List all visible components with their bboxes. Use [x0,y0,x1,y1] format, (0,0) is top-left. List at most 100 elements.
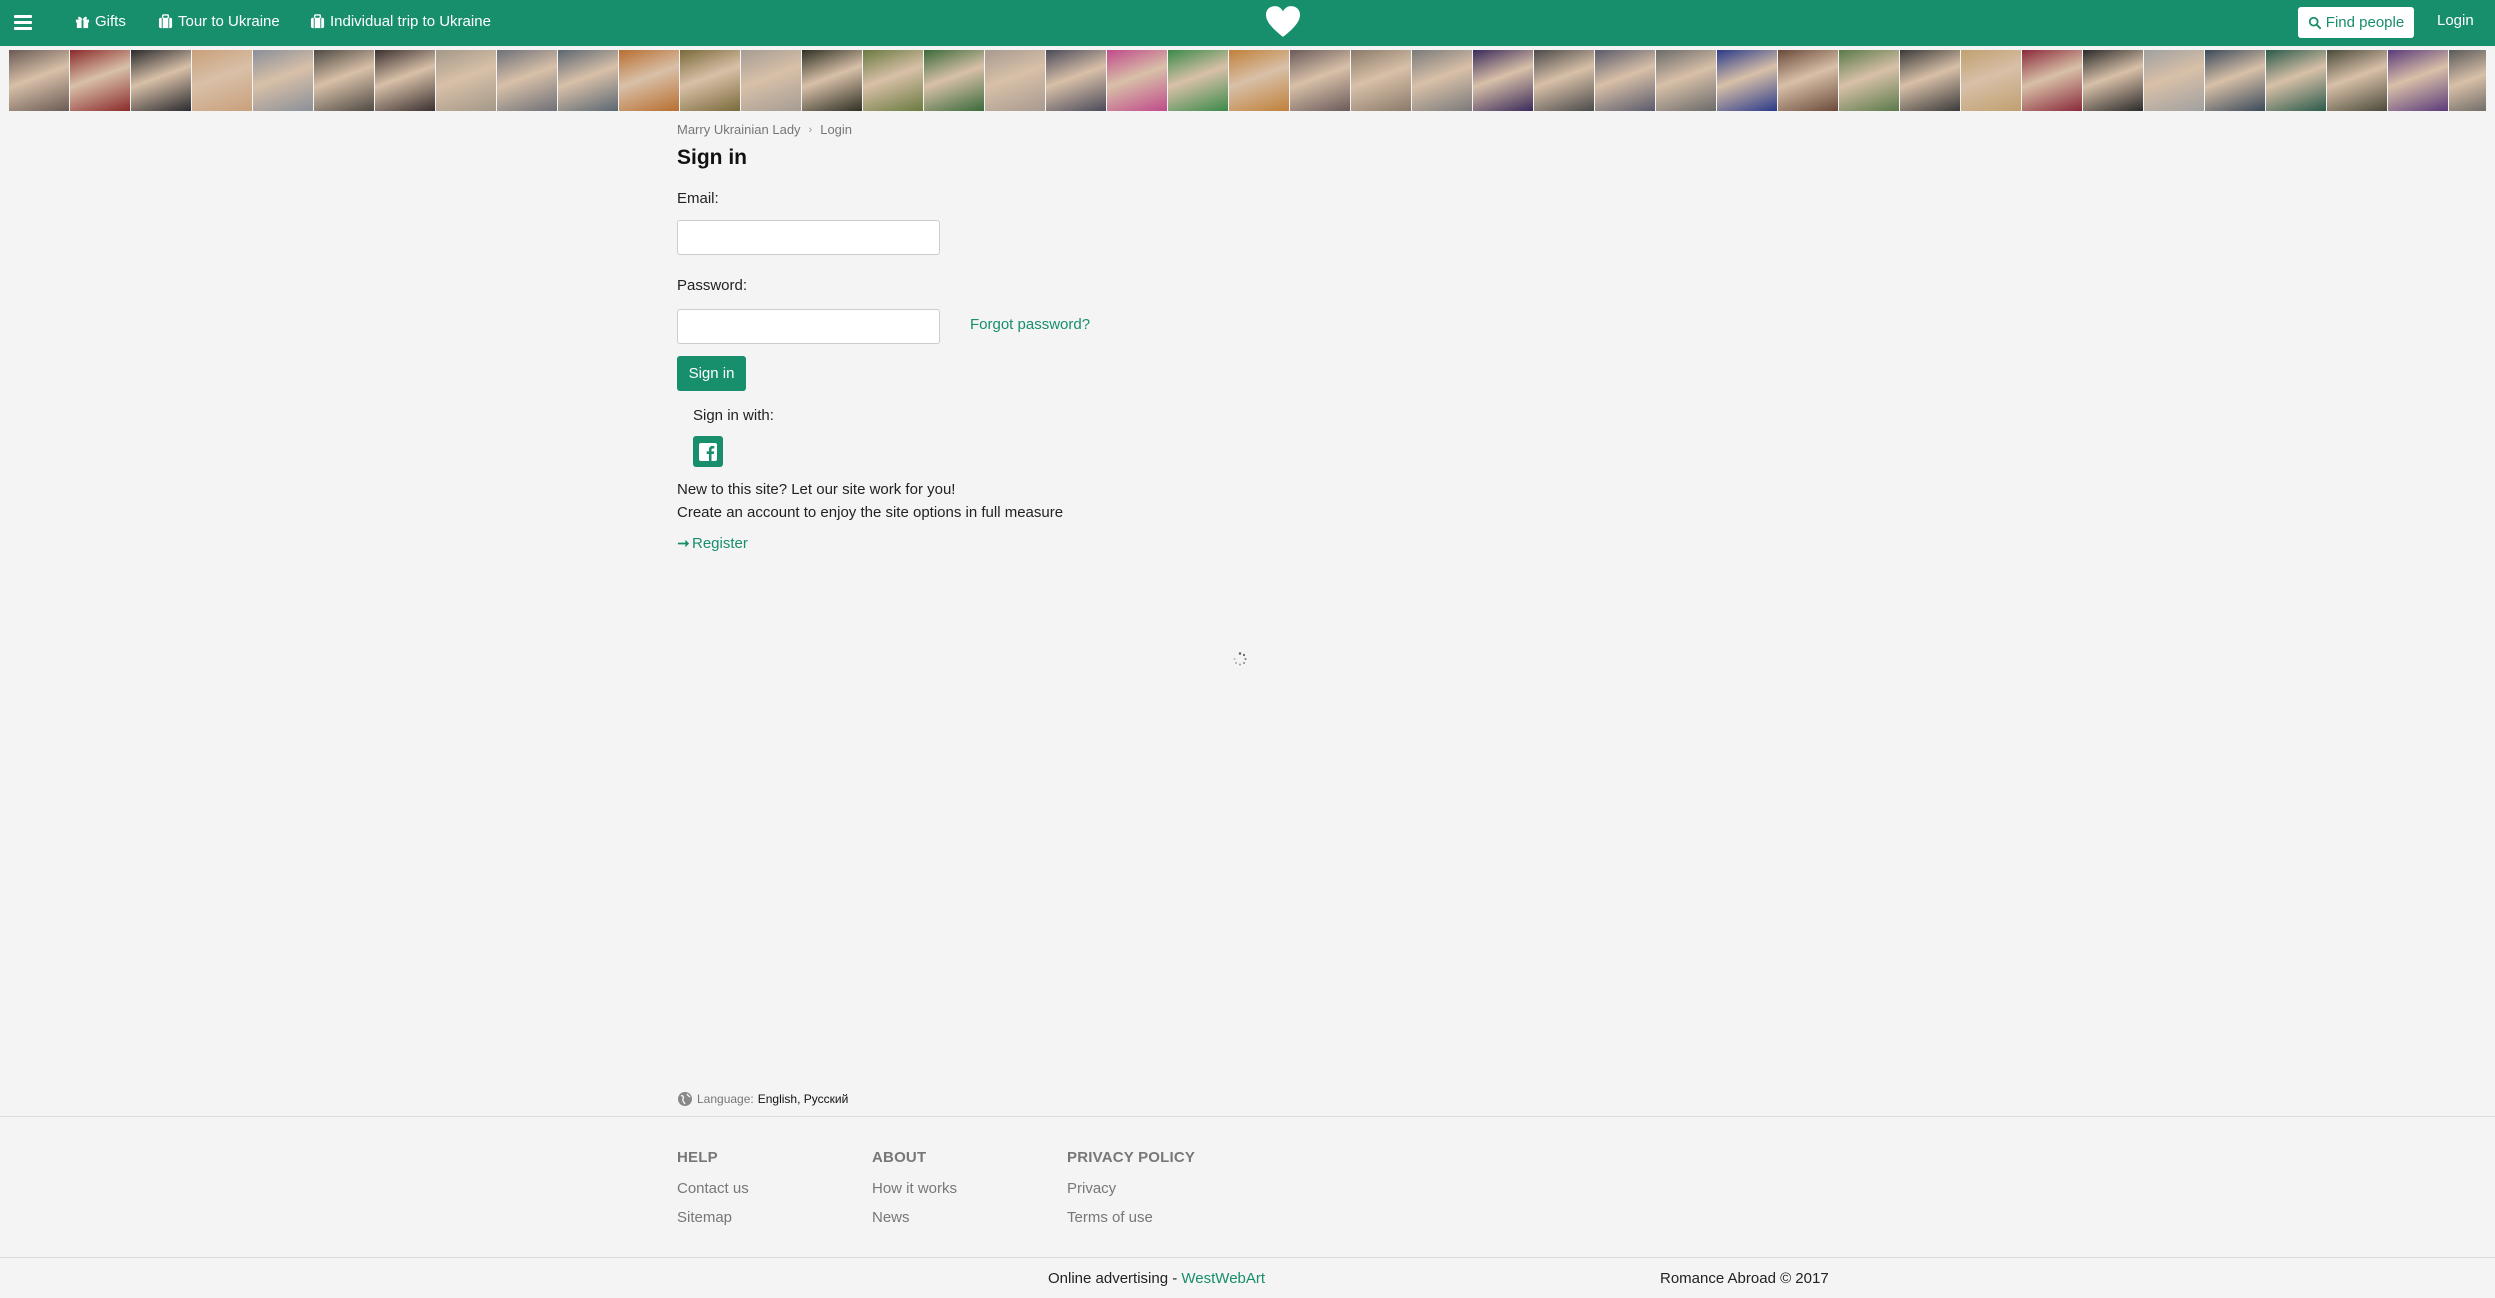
arrow-right-icon [677,539,690,548]
register-link[interactable]: Register [677,535,748,552]
profile-thumbnail[interactable] [2327,50,2387,111]
footer-link-privacy[interactable]: Privacy [1067,1180,1195,1197]
sign-in-with-label: Sign in with: [693,407,774,424]
profile-thumbnail[interactable] [2022,50,2082,111]
hamburger-menu-icon[interactable] [14,15,32,31]
profile-thumbnail[interactable] [741,50,801,111]
profile-thumbnail[interactable] [2205,50,2265,111]
loading-spinner-icon [1233,652,1247,666]
language-selector: Language: English, Русский [677,1091,848,1107]
email-label: Email: [677,190,719,207]
profile-thumbnail[interactable] [1961,50,2021,111]
profile-thumbnail[interactable] [863,50,923,111]
register-label: Register [692,535,748,552]
profile-thumbnail[interactable] [680,50,740,111]
profile-thumbnail[interactable] [924,50,984,111]
gift-icon [75,16,90,29]
sign-in-button[interactable]: Sign in [677,356,746,391]
profile-thumbnail[interactable] [70,50,130,111]
header-login-link[interactable]: Login [2437,12,2474,29]
footer-privacy-column: PRIVACY POLICY Privacy Terms of use [1067,1149,1195,1238]
footer-bottom-divider [0,1257,2495,1258]
footer-about-heading: ABOUT [872,1149,927,1166]
page-title: Sign in [677,146,747,169]
profile-thumbnail[interactable] [1778,50,1838,111]
profile-thumbnail[interactable] [1412,50,1472,111]
profile-thumbnail[interactable] [2388,50,2448,111]
profile-thumbnail[interactable] [436,50,496,111]
breadcrumb-home[interactable]: Marry Ukrainian Lady [677,122,801,137]
profile-thumbnail[interactable] [1656,50,1716,111]
globe-icon [678,1092,692,1106]
footer-link-contact-us[interactable]: Contact us [677,1180,749,1197]
profile-thumbnail[interactable] [314,50,374,111]
profile-thumbnail[interactable] [9,50,69,111]
profile-thumbnail[interactable] [2144,50,2204,111]
profile-thumbnail[interactable] [1534,50,1594,111]
nav-tour-to-ukraine[interactable]: Tour to Ukraine [158,13,280,30]
footer-link-sitemap[interactable]: Sitemap [677,1209,749,1226]
profile-thumbnail[interactable] [1351,50,1411,111]
find-people-button[interactable]: Find people [2298,7,2414,38]
new-user-text: New to this site? Let our site work for … [677,481,956,498]
profile-thumbnail[interactable] [1900,50,1960,111]
nav-tour-label: Tour to Ukraine [178,13,280,30]
suitcase-icon [310,14,325,29]
profile-thumbnail[interactable] [131,50,191,111]
profile-thumbnail[interactable] [1839,50,1899,111]
chevron-right-icon: › [808,123,813,136]
suitcase-icon [158,14,173,29]
password-field[interactable] [677,309,940,344]
profile-thumbnail[interactable] [1168,50,1228,111]
breadcrumb-current: Login [820,122,853,137]
profile-thumbnail[interactable] [1473,50,1533,111]
ad-prefix: Online advertising - [1048,1270,1178,1287]
westwebart-link[interactable]: WestWebArt [1181,1270,1265,1287]
language-options[interactable]: English, Русский [758,1092,849,1106]
top-navbar: Gifts Tour to Ukraine Individual trip to… [0,0,2495,46]
footer-link-terms[interactable]: Terms of use [1067,1209,1195,1226]
find-people-label: Find people [2325,14,2405,31]
online-advertising-text: Online advertising - WestWebArt [1048,1270,1265,1287]
profile-thumbnail[interactable] [619,50,679,111]
profile-photo-strip [9,50,2486,111]
profile-thumbnail[interactable] [1290,50,1350,111]
footer-help-column: HELP Contact us Sitemap [677,1149,749,1238]
footer-divider [0,1116,2495,1117]
nav-gifts[interactable]: Gifts [75,13,126,30]
email-field[interactable] [677,220,940,255]
footer-link-how-it-works[interactable]: How it works [872,1180,957,1197]
profile-thumbnail[interactable] [1717,50,1777,111]
search-icon [2308,16,2322,29]
profile-thumbnail[interactable] [253,50,313,111]
profile-thumbnail[interactable] [1046,50,1106,111]
copyright: Romance Abroad © 2017 [1660,1270,1829,1287]
password-label: Password: [677,277,748,294]
forgot-password-link[interactable]: Forgot password? [970,316,1090,333]
profile-thumbnail[interactable] [1107,50,1167,111]
profile-thumbnail[interactable] [2083,50,2143,111]
footer-privacy-heading: PRIVACY POLICY [1067,1149,1196,1166]
facebook-icon [699,442,717,461]
nav-individual-trip[interactable]: Individual trip to Ukraine [310,13,491,30]
heart-icon[interactable] [1266,6,1300,38]
profile-thumbnail[interactable] [1595,50,1655,111]
profile-thumbnail[interactable] [375,50,435,111]
footer-help-heading: HELP [677,1149,718,1166]
nav-gifts-label: Gifts [95,13,126,30]
breadcrumb: Marry Ukrainian Lady › Login [677,122,852,137]
profile-thumbnail[interactable] [985,50,1045,111]
nav-individual-trip-label: Individual trip to Ukraine [330,13,491,30]
footer-link-news[interactable]: News [872,1209,957,1226]
create-account-text: Create an account to enjoy the site opti… [677,504,1064,521]
facebook-login-button[interactable] [693,436,723,467]
profile-thumbnail[interactable] [2449,50,2486,111]
profile-thumbnail[interactable] [497,50,557,111]
footer-about-column: ABOUT How it works News [872,1149,957,1238]
profile-thumbnail[interactable] [802,50,862,111]
profile-thumbnail[interactable] [558,50,618,111]
profile-thumbnail[interactable] [2266,50,2326,111]
profile-thumbnail[interactable] [1229,50,1289,111]
language-label: Language: [697,1092,754,1106]
profile-thumbnail[interactable] [192,50,252,111]
